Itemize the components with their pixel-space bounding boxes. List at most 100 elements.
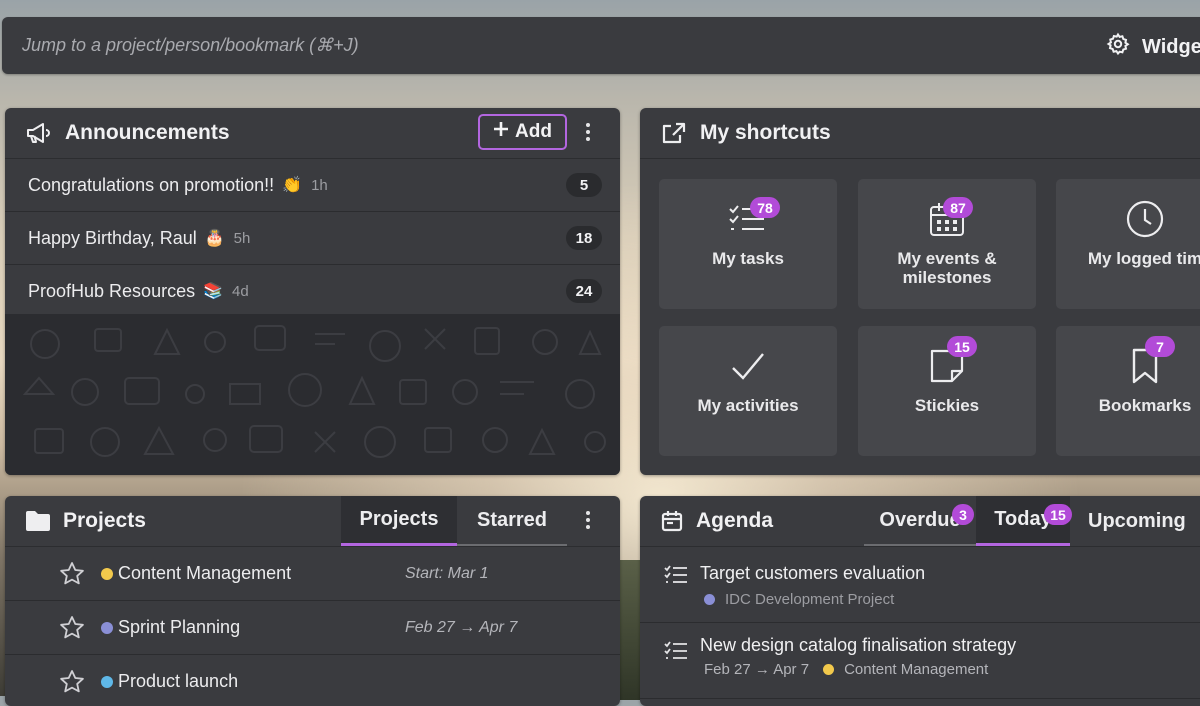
projects-more-icon[interactable] <box>586 511 590 529</box>
announcement-time: 1h <box>311 176 328 194</box>
agenda-item-project: Content Management <box>844 661 989 678</box>
global-search-bar[interactable]: Jump to a project/person/bookmark (⌘+J) … <box>2 17 1200 74</box>
agenda-title: Agenda <box>696 509 774 532</box>
project-row[interactable]: Product launch <box>5 655 620 706</box>
agenda-item-dates: Feb 27 → Apr 7 <box>704 661 810 678</box>
task-list-icon: 78 <box>726 197 780 239</box>
agenda-item-title: New design catalog finalisation strategy <box>700 635 1017 655</box>
agenda-item[interactable]: Target customers evaluation IDC Developm… <box>640 547 1200 623</box>
clock-icon <box>1125 199 1165 239</box>
shortcut-my-logged-time[interactable]: My logged tim <box>1056 179 1200 309</box>
project-date: Feb 27 → Apr 7 <box>405 618 518 636</box>
announcement-title: Happy Birthday, Raul <box>28 227 197 248</box>
shortcut-my-activities[interactable]: My activities <box>659 326 837 456</box>
today-count-badge: 15 <box>1044 504 1072 525</box>
agenda-item-meta: Feb 27 → Apr 7 Content Management <box>704 661 988 678</box>
announcement-time: 5h <box>233 229 251 247</box>
projects-header: Projects Projects Starred <box>5 496 620 547</box>
checkmark-icon <box>728 346 768 386</box>
task-list-icon <box>663 639 689 668</box>
calendar-icon <box>660 509 684 533</box>
decorative-doodle-pattern <box>5 314 620 475</box>
comment-count-badge: 18 <box>566 226 602 250</box>
star-icon[interactable] <box>59 615 85 645</box>
tab-projects[interactable]: Projects <box>341 496 457 546</box>
announcement-title: ProofHub Resources <box>28 280 196 301</box>
announcement-item[interactable]: ProofHub Resources 📚 4d 24 <box>5 265 620 318</box>
shortcuts-title: My shortcuts <box>700 121 831 144</box>
agenda-item-project: IDC Development Project <box>725 591 895 608</box>
announcement-item[interactable]: Happy Birthday, Raul 🎂 5h 18 <box>5 212 620 265</box>
shortcut-label: Stickies <box>914 396 980 415</box>
project-color-dot <box>101 676 113 688</box>
megaphone-icon <box>25 121 53 145</box>
tab-overdue[interactable]: Overdue 3 <box>864 496 976 546</box>
project-name: Sprint Planning <box>118 617 241 637</box>
overdue-count-badge: 3 <box>952 504 974 525</box>
agenda-card: Agenda Overdue 3 Today 15 Upcoming 2 Tar… <box>640 496 1200 706</box>
agenda-item[interactable]: New design catalog finalisation strategy… <box>640 623 1200 699</box>
comment-count-badge: 5 <box>566 173 602 197</box>
shortcut-my-tasks[interactable]: 78 My tasks <box>659 179 837 309</box>
agenda-header: Agenda Overdue 3 Today 15 Upcoming 2 <box>640 496 1200 547</box>
project-color-dot <box>704 594 715 605</box>
announcements-title: Announcements <box>65 121 230 144</box>
folder-icon <box>25 510 51 532</box>
announcement-item[interactable]: Congratulations on promotion!! 👏 1h 5 <box>5 159 620 212</box>
announcements-header: Announcements Add <box>5 108 620 159</box>
agenda-item-meta: IDC Development Project <box>704 591 894 608</box>
tab-label: Overdue <box>879 508 961 531</box>
shortcut-label: Bookmarks <box>1098 396 1192 415</box>
add-button-label: Add <box>515 121 552 142</box>
plus-icon <box>493 121 509 143</box>
add-announcement-button[interactable]: Add <box>478 114 567 150</box>
star-icon[interactable] <box>59 561 85 591</box>
tab-label: Today <box>994 508 1052 530</box>
clap-emoji-icon: 👏 <box>282 177 303 194</box>
events-count-badge: 87 <box>943 197 973 218</box>
shortcut-my-events[interactable]: 87 My events & milestones <box>858 179 1036 309</box>
widgets-button[interactable]: Widge <box>1106 32 1200 62</box>
widgets-label: Widge <box>1142 35 1200 58</box>
tab-today[interactable]: Today 15 <box>976 496 1072 546</box>
search-placeholder: Jump to a project/person/bookmark (⌘+J) <box>22 35 359 55</box>
comment-count-badge: 24 <box>566 279 602 303</box>
star-icon[interactable] <box>59 669 85 699</box>
project-color-dot <box>101 622 113 634</box>
calendar-icon: 87 <box>927 197 973 239</box>
project-name: Content Management <box>118 563 292 583</box>
projects-title: Projects <box>63 509 146 532</box>
tasks-count-badge: 78 <box>750 197 780 218</box>
projects-card: Projects Projects Starred Content Manage… <box>5 496 620 706</box>
shortcut-label: My events & milestones <box>897 249 997 287</box>
tab-upcoming[interactable]: Upcoming 2 <box>1070 496 1200 546</box>
gear-icon <box>1106 32 1130 62</box>
project-row[interactable]: Content Management Start: Mar 1 <box>5 547 620 601</box>
announcements-card: Announcements Add Congratulations on pro… <box>5 108 620 475</box>
bookmarks-count-badge: 7 <box>1145 336 1175 357</box>
announcements-more-icon[interactable] <box>586 123 590 141</box>
shortcut-label: My activities <box>697 396 799 415</box>
books-emoji-icon: 📚 <box>203 283 224 300</box>
shortcut-bookmarks[interactable]: 7 Bookmarks <box>1056 326 1200 456</box>
shortcut-label: My logged tim <box>1087 249 1200 268</box>
shortcuts-card: My shortcuts 78 My tasks 87 My events & … <box>640 108 1200 475</box>
project-name: Product launch <box>118 671 239 691</box>
sticky-note-icon: 15 <box>927 336 977 386</box>
task-list-icon <box>663 563 689 592</box>
tab-starred[interactable]: Starred <box>457 496 567 546</box>
announcement-title: Congratulations on promotion!! <box>28 174 275 195</box>
share-icon <box>660 120 688 146</box>
project-color-dot <box>101 568 113 580</box>
shortcut-stickies[interactable]: 15 Stickies <box>858 326 1036 456</box>
cake-emoji-icon: 🎂 <box>204 230 225 247</box>
project-date: Start: Mar 1 <box>405 564 489 582</box>
agenda-item-title: Target customers evaluation <box>700 563 926 583</box>
bookmark-icon: 7 <box>1125 336 1175 386</box>
tab-label: Upcoming <box>1088 509 1186 532</box>
shortcut-label: My tasks <box>712 249 784 268</box>
announcement-time: 4d <box>232 282 249 300</box>
stickies-count-badge: 15 <box>947 336 977 357</box>
project-row[interactable]: Sprint Planning Feb 27 → Apr 7 <box>5 601 620 655</box>
project-color-dot <box>823 664 835 675</box>
